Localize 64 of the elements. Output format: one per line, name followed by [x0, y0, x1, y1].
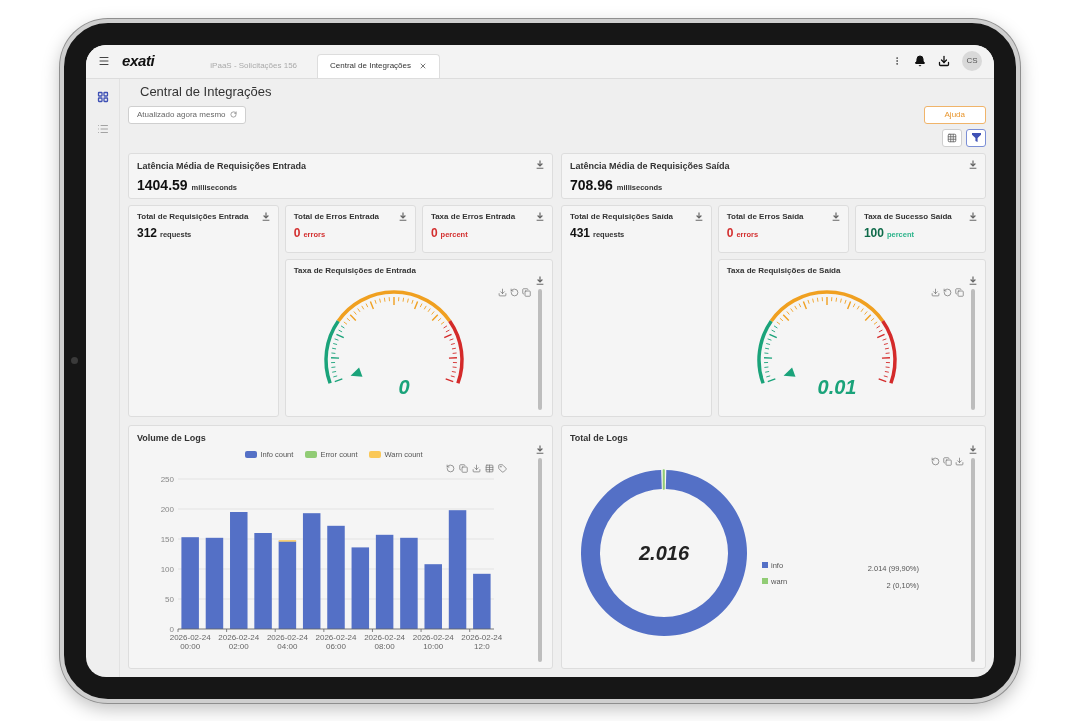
- tab[interactable]: Central de Integrações: [317, 53, 440, 78]
- rotate-icon[interactable]: [931, 457, 940, 466]
- axis-label: 2026-02-24 08:00: [363, 633, 407, 652]
- card-title: Latência Média de Requisições Saída: [570, 159, 730, 173]
- card-title: Latência Média de Requisições Entrada: [137, 159, 307, 173]
- scrollbar[interactable]: [537, 288, 542, 410]
- card-title: Total de Requisições Entrada: [137, 211, 249, 222]
- gauge-value: 0: [398, 375, 410, 398]
- metric-value: 100: [863, 225, 884, 240]
- donut-total: 2.016: [638, 542, 690, 565]
- card-title: Taxa de Erros Entrada: [430, 211, 516, 222]
- grid-icon[interactable]: [947, 132, 957, 143]
- axis-label: 2026-02-24 04:00: [265, 633, 309, 652]
- metric-value: 0: [293, 225, 301, 240]
- metric-value: 1404.59: [137, 177, 188, 193]
- card-title: Total de Logs: [570, 431, 629, 445]
- card-title: Total de Requisições Saída: [570, 211, 673, 222]
- card-title: Taxa de Sucesso Saída: [863, 211, 952, 222]
- card-title: Total de Erros Saída: [726, 211, 804, 222]
- refresh-icon[interactable]: [229, 111, 237, 118]
- layout-button[interactable]: [942, 128, 962, 147]
- camera-icon: [71, 356, 78, 364]
- axis-label: 2026-02-24 12:0: [460, 633, 504, 652]
- bell-icon[interactable]: [914, 55, 926, 67]
- refresh-button[interactable]: Atualizado agora mesmo: [128, 105, 246, 124]
- scrollbar[interactable]: [970, 288, 975, 410]
- rotate-icon[interactable]: [446, 464, 455, 474]
- axis-label: 2026-02-24 00:00: [168, 633, 212, 652]
- metric-value: 0: [430, 225, 438, 240]
- metric-value: 708.96: [570, 177, 613, 193]
- table-icon[interactable]: [485, 464, 494, 474]
- axis-label: 2026-02-24 02:00: [217, 633, 261, 652]
- axis-label: 200: [160, 505, 174, 515]
- card-title: Volume de Logs: [137, 431, 207, 445]
- page-title: Central de Integrações: [140, 82, 273, 101]
- scrollbar[interactable]: [537, 458, 542, 662]
- axis-label: 150: [160, 535, 174, 545]
- logo: exati: [122, 50, 155, 71]
- axis-label: 50: [165, 595, 174, 605]
- axis-label: 100: [160, 565, 174, 575]
- close-icon[interactable]: [419, 62, 427, 70]
- bar: [424, 564, 442, 630]
- menu-icon[interactable]: [98, 55, 110, 67]
- filter-icon[interactable]: [971, 133, 981, 142]
- avatar[interactable]: CS: [962, 51, 982, 71]
- list-icon[interactable]: [96, 122, 109, 135]
- axis-label: 2026-02-24 06:00: [314, 633, 358, 652]
- axis-label: 0: [169, 625, 174, 634]
- rotate-icon[interactable]: [510, 287, 519, 297]
- download-icon[interactable]: [938, 55, 950, 67]
- axis-label: 2026-02-24 10:00: [411, 633, 455, 652]
- card-title: Total de Erros Entrada: [293, 211, 379, 222]
- card-title: Taxa de Requisições de Saída: [726, 265, 842, 276]
- rotate-icon[interactable]: [943, 287, 952, 297]
- scrollbar[interactable]: [970, 458, 975, 662]
- metric-value: 431: [570, 225, 591, 240]
- grid-icon[interactable]: [96, 90, 109, 103]
- metric-value: 312: [137, 225, 158, 240]
- card-title: Taxa de Requisições de Entrada: [293, 265, 417, 276]
- gauge-value: 0.01: [817, 375, 857, 398]
- bar: [473, 574, 491, 630]
- axis-label: 250: [160, 475, 174, 485]
- filter-button[interactable]: [966, 128, 986, 147]
- metric-value: 0: [726, 225, 734, 240]
